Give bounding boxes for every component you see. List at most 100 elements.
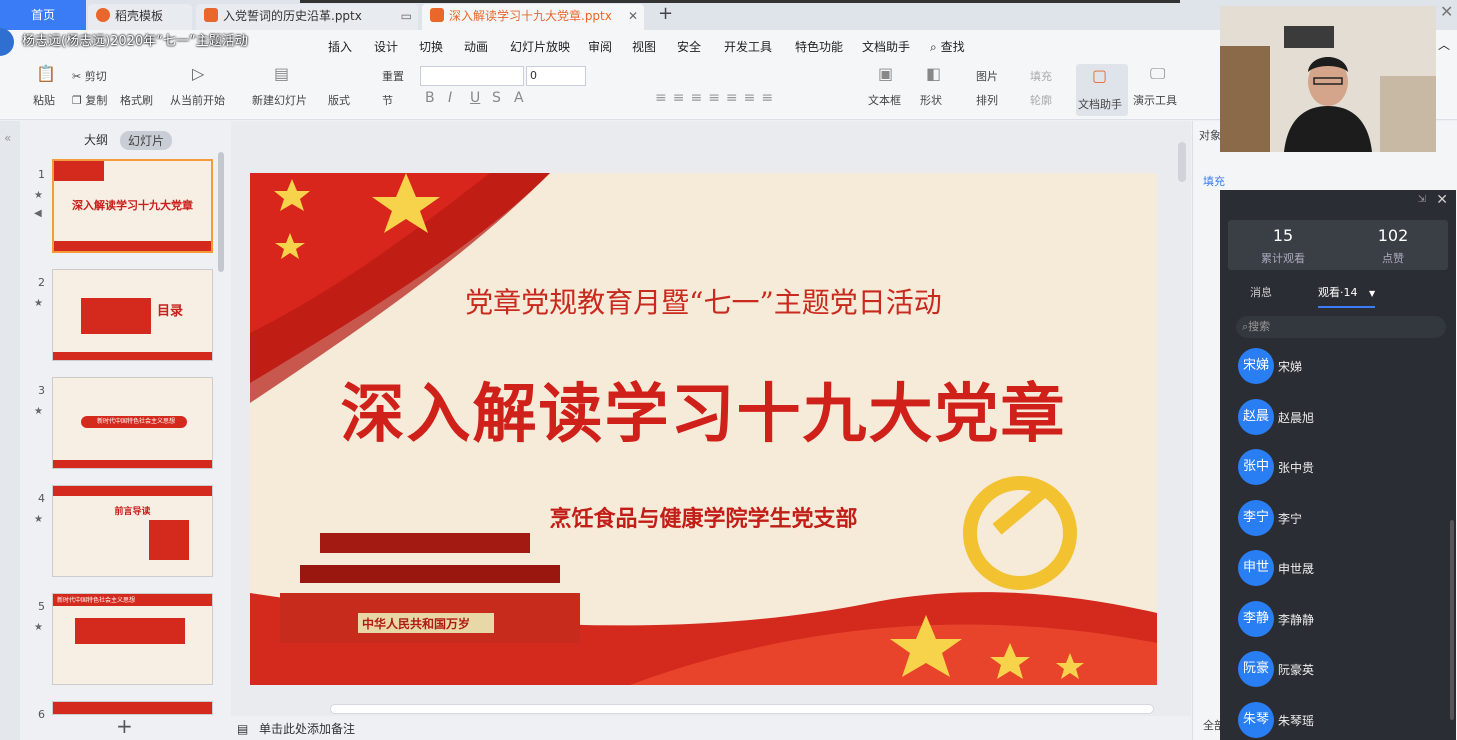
textbox-button[interactable]: 文本框 [868,92,901,108]
collapse-ribbon-icon[interactable]: ︿ [1438,36,1450,53]
align-tools[interactable]: ≡≡≡≡≡≡≡ [655,90,779,106]
menu-review[interactable]: 审阅 [588,38,612,55]
section-button[interactable]: 节 [382,92,393,108]
new-slide-button[interactable]: 新建幻灯片 [252,92,307,108]
play-icon: ▷ [192,64,205,83]
tab-outline[interactable]: 大纲 [84,131,108,148]
doc-helper-button[interactable]: ▢ 文档助手 [1076,64,1128,116]
menu-animation[interactable]: 动画 [464,38,488,55]
canvas-horizontal-scrollbar[interactable] [330,704,1154,714]
object-label: 对象 [1199,129,1221,142]
textbox-icon: ▣ [878,64,894,83]
font-color-button[interactable]: A [514,90,524,106]
viewer-list-scrollbar[interactable] [1450,520,1454,720]
menu-security[interactable]: 安全 [677,38,701,55]
present-tool-icon: 🖵 [1150,64,1166,83]
slide-thumbnail-1[interactable]: 深入解读学习十九大党章 [52,159,213,253]
strike-button[interactable]: S [492,90,501,106]
new-tab-icon[interactable]: + [658,3,673,24]
menu-special[interactable]: 特色功能 [795,38,843,55]
menu-design[interactable]: 设计 [374,38,398,55]
collapse-panel-icon[interactable]: ⇲ [1418,194,1426,205]
screen-share-bar [300,0,1180,3]
panel-collapse-strip[interactable]: « [0,121,20,740]
menu-insert[interactable]: 插入 [328,38,352,55]
tab-slides[interactable]: 幻灯片 [120,131,173,150]
thumb-bottom-band [53,352,212,360]
shape-button[interactable]: 形状 [920,92,942,108]
menu-find[interactable]: ⌕ 查找 [930,38,965,55]
font-size-select[interactable]: 0 [526,66,586,86]
slide-thumbnail-3[interactable]: 新时代中国特色社会主义思想 [52,377,213,469]
slide-thumbnail-6[interactable] [52,701,213,715]
thumb-flag [54,161,104,181]
avatar: 申世 [1238,550,1274,586]
italic-button[interactable]: I [448,90,452,106]
close-panel-icon[interactable]: ✕ [1436,192,1448,208]
font-name-select[interactable] [420,66,524,86]
format-painter-button[interactable]: 格式刷 [120,92,153,108]
slide-thumbnail-5[interactable]: 新时代中国特色社会主义思想 [52,593,213,685]
tab-doc-active[interactable]: 深入解读学习十九大党章.pptx ✕ [422,4,644,30]
menu-view[interactable]: 视图 [632,38,656,55]
underline-button[interactable]: U [470,90,480,106]
slide-title: 深入解读学习十九大党章 [340,378,1067,452]
tab-viewers[interactable]: 观看·14 ▼ [1318,284,1376,308]
copy-button[interactable]: ❐ 复制 [72,92,107,108]
notes-placeholder: 单击此处添加备注 [259,722,356,736]
bold-button[interactable]: B [425,90,435,106]
menu-doc-helper[interactable]: 文档助手 [862,38,910,55]
slide-editor[interactable]: 党章党规教育月暨“七一”主题党日活动 深入解读学习十九大党章 烹饪食品与健康学院… [250,173,1157,685]
avatar: 朱琴 [1238,702,1274,738]
tab-viewers-label: 观看·14 [1318,286,1358,299]
add-slide-button[interactable]: + [116,714,133,738]
viewer-name: 赵晨旭 [1278,411,1315,425]
avatar: 宋娣 [1238,348,1274,384]
cut-button[interactable]: ✂ 剪切 [72,68,107,84]
close-tab-icon[interactable]: ✕ [628,4,638,28]
thumb-bottom-band [54,241,211,251]
canvas-vertical-scrollbar[interactable] [1178,142,1186,182]
docer-icon [96,8,110,22]
menu-slideshow[interactable]: 幻灯片放映 [510,38,570,55]
thumb-title: 新时代中国特色社会主义思想 [97,418,176,425]
reset-button[interactable]: 重置 [382,68,404,84]
close-window-icon[interactable]: ✕ [1440,2,1453,21]
viewer-search-input[interactable]: ⌕搜索 [1236,316,1446,338]
slide-thumbnail-2[interactable]: 目录 [52,269,213,361]
tiananmen-roof-2 [300,565,560,583]
tab-home[interactable]: 首页 [0,0,86,30]
dropdown-icon: ▼ [1369,289,1376,298]
present-tool-button[interactable]: 演示工具 [1133,92,1177,108]
animation-star-icon: ★ [34,298,43,309]
viewer-name: 宋娣 [1278,360,1303,374]
tab-template[interactable]: 稻壳模板 [88,4,192,30]
tab-doc-history[interactable]: 入党誓词的历史沿革.pptx ▭ [196,4,418,30]
layout-button[interactable]: 版式 [328,92,350,108]
wps-presentation-window: { "tabs": { "home": "首页", "template": "稻… [0,0,1457,740]
animation-star-icon: ★ [34,190,43,201]
slide-thumbnail-4[interactable]: 前言导读 [52,485,213,577]
copy-label: 复制 [85,94,108,107]
outline-button[interactable]: 轮廓 [1030,92,1052,108]
slide-subtitle: 党章党规教育月暨“七一”主题党日活动 [465,286,942,319]
total-views-label: 累计观看 [1261,252,1305,265]
thumbnail-scrollbar[interactable] [218,152,224,272]
menu-dev[interactable]: 开发工具 [724,38,772,55]
avatar: 李静 [1238,601,1274,637]
tiananmen-roof-1 [320,533,530,553]
tab-messages[interactable]: 消息 [1250,284,1272,300]
play-from-current-button[interactable]: 从当前开始 [170,92,225,108]
notes-area[interactable]: ▤ 单击此处添加备注 [231,718,1191,740]
menu-transition[interactable]: 切换 [419,38,443,55]
arrange-button[interactable]: 排列 [976,92,998,108]
picture-button[interactable]: 图片 [976,68,998,84]
fill-tab[interactable]: 填充 [1203,173,1225,189]
viewer-name: 朱琴瑶 [1278,714,1315,728]
fill-button[interactable]: 填充 [1030,68,1052,84]
thumb-top-band [53,486,212,496]
copy-icon: ❐ [72,94,82,107]
monitor-icon[interactable]: ▭ [401,4,412,28]
paste-button[interactable]: 粘贴 [33,92,55,108]
animation-star-icon: ★ [34,622,43,633]
